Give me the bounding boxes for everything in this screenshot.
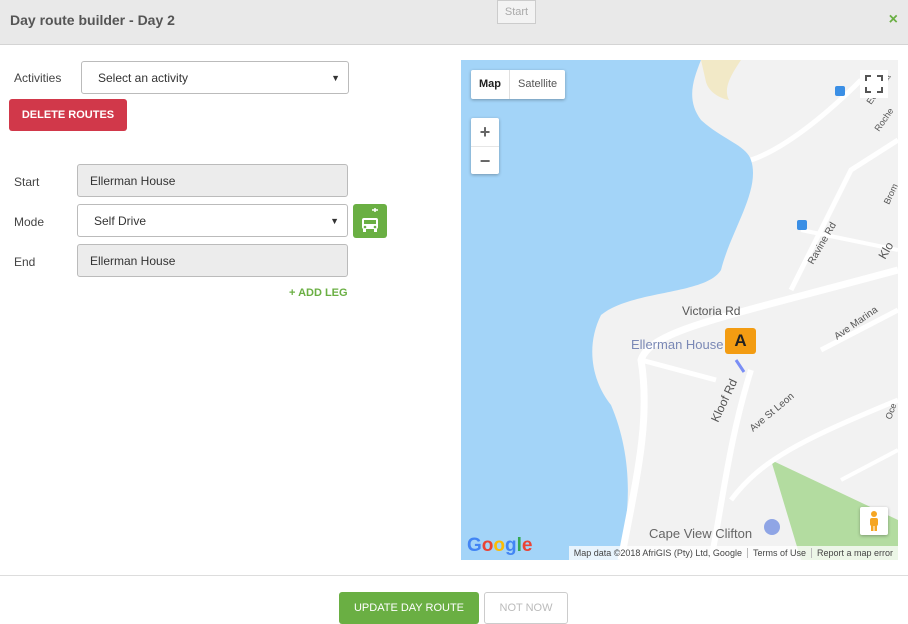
fullscreen-icon [865,75,883,93]
map-type-satellite-button[interactable]: Satellite [510,70,565,99]
modal-header: Day route builder - Day 2 Start × [0,0,908,45]
close-icon[interactable]: × [889,11,898,29]
map-attribution: Map data ©2018 AfriGIS (Pty) Ltd, Google… [568,546,898,560]
zoom-out-button[interactable]: − [471,146,499,174]
map-data-credit: Map data ©2018 AfriGIS (Pty) Ltd, Google [573,548,742,558]
mode-select[interactable]: Self Drive ▼ [77,204,348,237]
report-map-error-link[interactable]: Report a map error [810,548,898,558]
map-label-victoria-rd: Victoria Rd [682,304,740,318]
start-label: Start [14,175,40,189]
activities-label: Activities [14,71,62,85]
chevron-down-icon: ▼ [330,216,339,226]
map-base-layer: Victoria Rd Ellerman House Kloof Rd Ave … [461,60,898,560]
mode-select-value: Self Drive [94,214,147,228]
modal-footer: UPDATE DAY ROUTE NOT NOW [0,575,908,624]
chevron-down-icon: ▼ [331,73,340,83]
update-day-route-button[interactable]: UPDATE DAY ROUTE [339,592,479,624]
pegman-icon [870,511,878,531]
modal-title: Day route builder - Day 2 [10,12,175,28]
activities-select-value: Select an activity [98,71,189,85]
delete-routes-button[interactable]: DELETE ROUTES [9,99,127,131]
zoom-control: + − [471,118,499,174]
start-field: Ellerman House [77,164,348,197]
street-view-pegman-button[interactable] [860,507,888,535]
end-field: Ellerman House [77,244,348,277]
not-now-button[interactable]: NOT NOW [484,592,568,624]
map-label-cape-view-clifton: Cape View Clifton [649,526,752,541]
map-type-control: Map Satellite [471,70,566,99]
start-ghost-tab: Start [497,0,536,24]
add-leg-link[interactable]: + ADD LEG [289,287,348,299]
car-icon [362,208,378,232]
mode-label: Mode [14,215,45,229]
end-label: End [14,255,36,269]
terms-of-use-link[interactable]: Terms of Use [746,548,811,558]
activities-select[interactable]: Select an activity ▼ [81,61,349,94]
map-type-map-button[interactable]: Map [471,70,510,99]
zoom-in-button[interactable]: + [471,118,499,146]
google-logo: Google [467,535,533,556]
self-drive-car-button[interactable] [353,204,387,238]
fullscreen-button[interactable] [860,70,888,98]
route-map[interactable]: Victoria Rd Ellerman House Kloof Rd Ave … [461,60,898,560]
map-label-ellerman-house: Ellerman House [631,337,724,352]
route-marker-a[interactable]: A [725,328,756,354]
